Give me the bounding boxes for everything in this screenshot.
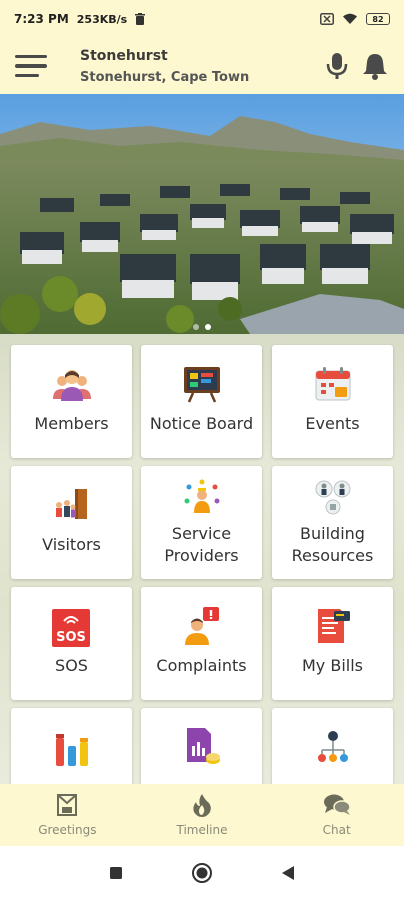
battery-indicator: 82 [366,13,390,25]
polls-icon [53,728,91,766]
service-providers-label-line1: Service [171,524,232,543]
notice-board-icon [183,365,221,403]
directory-icon [314,728,352,766]
network-speed: 253KB/s [76,12,128,26]
members-tile[interactable]: Members [11,345,132,458]
back-icon[interactable] [281,865,295,881]
trash-icon [135,13,146,25]
notice-board-tile[interactable]: Notice Board [141,345,262,458]
community-location: Stonehurst, Cape Town [80,69,250,85]
my-bills-icon [314,607,352,645]
greetings-icon [57,794,78,816]
community-title: Stonehurst [80,47,168,64]
notice-board-label: Notice Board [149,414,254,433]
sos-label: SOS [55,656,88,675]
service-providers-tile[interactable]: Service Providers [141,466,262,579]
system-navigation-bar [0,846,404,900]
visitors-label: Visitors [42,535,101,554]
visitors-icon [53,486,91,524]
my-bills-tile[interactable]: My Bills [272,587,393,700]
members-icon [53,365,91,403]
feature-grid: Members Notice Board Events Visitors Ser… [0,334,404,784]
service-providers-icon [183,478,221,516]
carousel-dot[interactable] [193,324,199,330]
chat-icon [323,794,351,815]
nav-chat[interactable]: Chat [269,784,404,846]
building-resources-label: Building Resources [276,523,389,567]
complaints-icon [183,607,221,645]
events-label: Events [305,414,360,433]
polls-tile[interactable] [11,708,132,784]
battery-level: 82 [372,14,384,24]
documents-tile[interactable] [141,708,262,784]
community-banner[interactable] [0,94,404,334]
carousel-indicator [0,324,404,330]
status-time: 7:23 PM [14,12,69,26]
bell-icon[interactable] [362,52,388,80]
app-header: Stonehurst Stonehurst, Cape Town [0,38,404,94]
wifi-icon [343,13,357,24]
nav-timeline-label: Timeline [176,823,228,837]
recent-apps-icon[interactable] [109,866,123,880]
sos-tile[interactable]: SOS SOS [11,587,132,700]
nav-greetings-label: Greetings [38,823,97,837]
complaints-label: Complaints [156,656,247,675]
timeline-icon [193,794,211,817]
complaints-tile[interactable]: Complaints [141,587,262,700]
directory-tile[interactable] [272,708,393,784]
status-bar: 7:23 PM 253KB/s 82 [0,0,404,38]
events-icon [314,365,352,403]
menu-icon[interactable] [0,38,62,94]
bottom-navigation: Greetings Timeline Chat [0,784,404,846]
service-providers-label: Service Providers [145,523,258,567]
microphone-icon[interactable] [326,52,348,80]
visitors-tile[interactable]: Visitors [11,466,132,579]
building-resources-label-line2: Resources [291,546,374,565]
documents-icon [183,728,221,766]
nav-chat-label: Chat [322,823,351,837]
carousel-dot-active[interactable] [205,324,211,330]
home-icon[interactable] [191,862,213,884]
building-resources-tile[interactable]: Building Resources [272,466,393,579]
nav-greetings[interactable]: Greetings [0,784,135,846]
building-resources-label-line1: Building [300,524,365,543]
sim-off-icon [320,13,334,25]
members-label: Members [34,414,109,433]
building-resources-icon [314,478,352,516]
nav-timeline[interactable]: Timeline [135,784,270,846]
banner-landscape-image [0,94,404,334]
sos-icon: SOS [52,609,90,647]
events-tile[interactable]: Events [272,345,393,458]
service-providers-label-line2: Providers [164,546,239,565]
my-bills-label: My Bills [301,656,363,675]
svg-text:SOS: SOS [56,630,86,645]
